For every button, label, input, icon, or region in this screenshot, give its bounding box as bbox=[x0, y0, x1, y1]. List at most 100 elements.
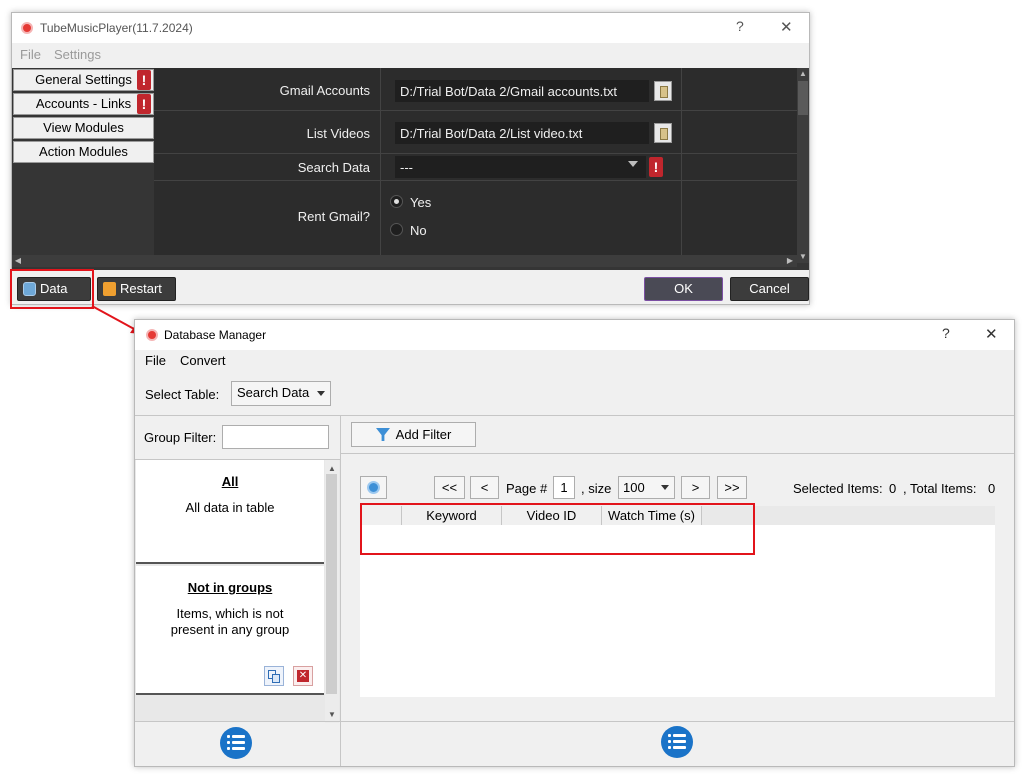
gmail-accounts-label: Gmail Accounts bbox=[279, 83, 370, 98]
refresh-button[interactable] bbox=[360, 476, 387, 499]
sidebar-item-label: Action Modules bbox=[39, 144, 128, 159]
sidebar-item-label: General Settings bbox=[35, 72, 132, 87]
divider bbox=[135, 721, 1014, 722]
app-icon bbox=[146, 329, 158, 341]
divider bbox=[135, 415, 1014, 416]
db-window-title: Database Manager bbox=[164, 328, 267, 342]
radio-yes-label: Yes bbox=[410, 195, 432, 210]
browse-folder-icon[interactable] bbox=[654, 123, 672, 143]
scroll-thumb[interactable] bbox=[798, 81, 808, 115]
total-items-value: 0 bbox=[988, 481, 996, 496]
menu-file[interactable]: File bbox=[20, 47, 41, 62]
property-row-rent: Rent Gmail? Yes No bbox=[154, 181, 797, 251]
page-label: Page # bbox=[506, 481, 548, 496]
group-title: All bbox=[221, 474, 239, 489]
highlight-box bbox=[360, 503, 755, 555]
search-data-label: Search Data bbox=[297, 160, 370, 175]
sidebar-item-label: Accounts - Links bbox=[35, 96, 132, 111]
restart-button[interactable]: Restart bbox=[97, 277, 176, 301]
browse-folder-icon[interactable] bbox=[654, 81, 672, 101]
highlight-box bbox=[10, 269, 94, 309]
scroll-down-icon[interactable]: ▼ bbox=[797, 251, 809, 263]
delete-icon[interactable]: ✕ bbox=[293, 666, 313, 686]
list-icon bbox=[668, 734, 686, 750]
group-filter-input[interactable] bbox=[222, 425, 329, 449]
property-grid: Gmail Accounts D:/Trial Bot/Data 2/Gmail… bbox=[154, 68, 797, 263]
group-card-not-in-groups[interactable]: Not in groups Items, which is not presen… bbox=[136, 566, 324, 695]
warning-icon: ! bbox=[137, 94, 151, 114]
group-list: All All data in table Not in groups Item… bbox=[135, 459, 340, 723]
select-table-value: Search Data bbox=[237, 385, 310, 400]
radio-no[interactable] bbox=[390, 223, 403, 236]
restart-button-label: Restart bbox=[120, 281, 162, 296]
page-size-value: 100 bbox=[623, 480, 645, 495]
scroll-thumb[interactable] bbox=[326, 474, 337, 694]
add-filter-button[interactable]: Add Filter bbox=[351, 422, 476, 447]
group-card-all[interactable]: All All data in table bbox=[136, 460, 324, 564]
sidebar-item-action-modules[interactable]: Action Modules bbox=[13, 141, 154, 163]
list-icon bbox=[227, 735, 245, 751]
sidebar-item-accounts-links[interactable]: Accounts - Links bbox=[13, 93, 154, 115]
sidebar-item-view-modules[interactable]: View Modules bbox=[13, 117, 154, 139]
ok-button[interactable]: OK bbox=[644, 277, 723, 301]
menu-settings[interactable]: Settings bbox=[54, 47, 101, 62]
table-menu-button[interactable] bbox=[661, 726, 693, 758]
list-videos-field[interactable]: D:/Trial Bot/Data 2/List video.txt bbox=[395, 122, 649, 144]
selected-items-label: Selected Items: bbox=[793, 481, 883, 496]
refresh-icon bbox=[367, 481, 380, 494]
next-page-button[interactable]: > bbox=[681, 476, 710, 499]
group-desc: present in any group bbox=[170, 622, 290, 637]
last-page-button[interactable]: >> bbox=[717, 476, 747, 499]
property-row-search: Search Data --- ! bbox=[154, 154, 797, 181]
property-row-list: List Videos D:/Trial Bot/Data 2/List vid… bbox=[154, 111, 797, 154]
divider bbox=[341, 453, 1014, 454]
copy-icon[interactable] bbox=[264, 666, 284, 686]
pane-divider bbox=[340, 416, 341, 766]
selected-items-value: 0 bbox=[889, 481, 897, 496]
groups-menu-button[interactable] bbox=[220, 727, 252, 759]
scroll-left-icon[interactable]: ◀ bbox=[12, 255, 24, 267]
menu-file[interactable]: File bbox=[145, 353, 166, 368]
gmail-accounts-field[interactable]: D:/Trial Bot/Data 2/Gmail accounts.txt bbox=[395, 80, 649, 102]
help-button[interactable]: ? bbox=[736, 18, 744, 34]
prev-page-button[interactable]: < bbox=[470, 476, 499, 499]
menu-convert[interactable]: Convert bbox=[180, 353, 226, 368]
main-menubar: File Settings bbox=[12, 43, 809, 67]
sidebar-item-general-settings[interactable]: General Settings bbox=[13, 69, 154, 91]
page-size-select[interactable]: 100 bbox=[618, 476, 675, 499]
search-data-select[interactable]: --- bbox=[395, 156, 646, 178]
help-button[interactable]: ? bbox=[942, 325, 950, 341]
scroll-up-icon[interactable]: ▲ bbox=[328, 464, 336, 473]
app-icon bbox=[21, 22, 33, 34]
size-label: , size bbox=[581, 481, 612, 496]
main-titlebar: TubeMusicPlayer(11.7.2024) ? ✕ bbox=[12, 13, 809, 43]
select-table-label: Select Table: bbox=[145, 387, 220, 402]
chevron-down-icon bbox=[628, 161, 638, 167]
db-titlebar: Database Manager ? ✕ bbox=[135, 320, 1014, 350]
page-number-input[interactable]: 1 bbox=[553, 476, 575, 499]
vertical-scrollbar[interactable]: ▲ ▼ bbox=[797, 68, 809, 263]
vertical-scrollbar[interactable]: ▲ ▼ bbox=[325, 460, 339, 723]
main-bottombar: Data Restart OK Cancel bbox=[12, 270, 809, 304]
horizontal-scrollbar[interactable]: ◀ ▶ bbox=[12, 255, 797, 267]
scroll-up-icon[interactable]: ▲ bbox=[797, 68, 809, 80]
group-filter-label: Group Filter: bbox=[144, 430, 217, 445]
cancel-button[interactable]: Cancel bbox=[730, 277, 809, 301]
group-desc: All data in table bbox=[185, 500, 275, 515]
radio-no-label: No bbox=[410, 223, 427, 238]
filter-icon bbox=[376, 428, 390, 441]
main-window: TubeMusicPlayer(11.7.2024) ? ✕ File Sett… bbox=[11, 12, 810, 305]
property-row-gmail: Gmail Accounts D:/Trial Bot/Data 2/Gmail… bbox=[154, 68, 797, 111]
select-table-dropdown[interactable]: Search Data bbox=[231, 381, 331, 406]
scroll-right-icon[interactable]: ▶ bbox=[784, 255, 796, 267]
settings-panel: General Settings ! Accounts - Links ! Vi… bbox=[12, 68, 809, 270]
close-button[interactable]: ✕ bbox=[780, 18, 793, 36]
close-button[interactable]: ✕ bbox=[985, 325, 998, 343]
radio-yes[interactable] bbox=[390, 195, 403, 208]
list-videos-label: List Videos bbox=[306, 126, 370, 141]
total-items-label: , Total Items: bbox=[903, 481, 977, 496]
window-title: TubeMusicPlayer(11.7.2024) bbox=[40, 21, 193, 35]
first-page-button[interactable]: << bbox=[434, 476, 465, 499]
group-title: Not in groups bbox=[187, 580, 273, 595]
scroll-down-icon[interactable]: ▼ bbox=[328, 710, 336, 719]
